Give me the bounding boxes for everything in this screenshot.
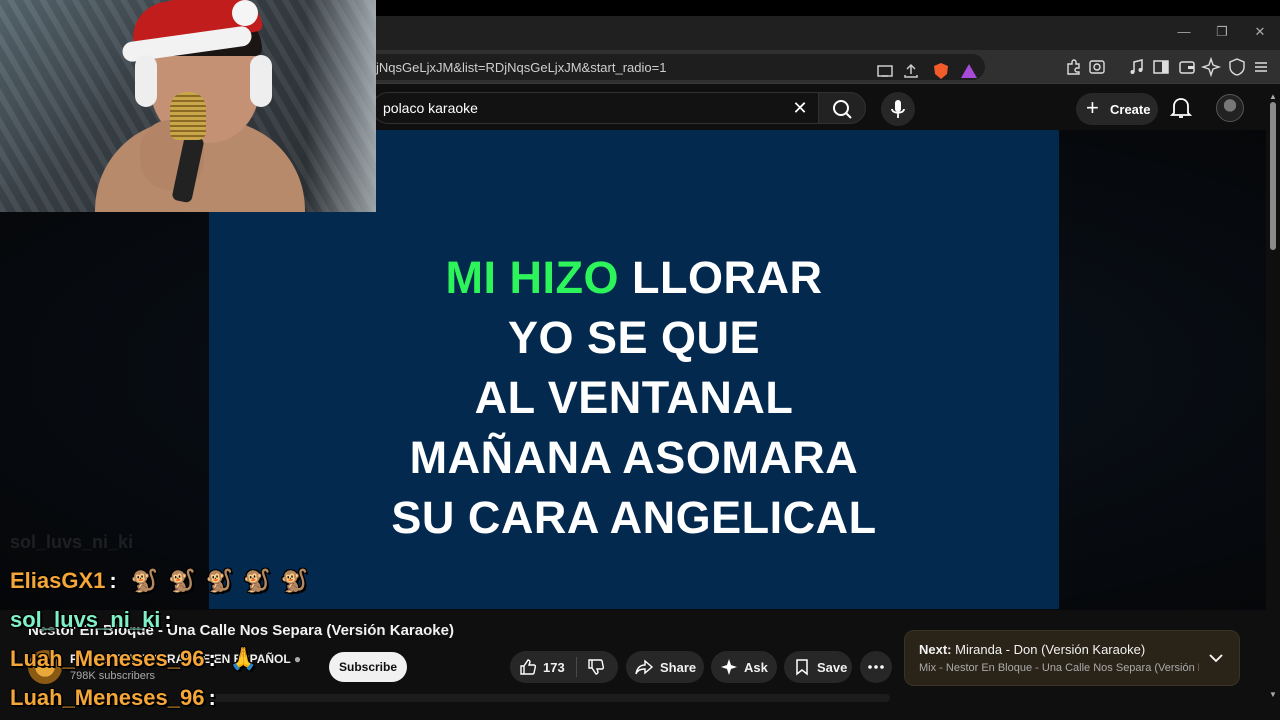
karaoke-lyrics: MI HIZO LLORAR YO SE QUE AL VENTANAL MAÑ… [209, 248, 1059, 548]
microphone [170, 92, 206, 140]
chat-message: Luah_Meneses_96: [10, 685, 216, 715]
chat-colon: : [164, 607, 172, 632]
save-button[interactable]: Save [784, 651, 852, 683]
bell-icon[interactable] [1168, 94, 1194, 122]
lyric-line-5: SU CARA ANGELICAL [391, 492, 877, 543]
chat-colon: : [109, 568, 117, 593]
headphone-right [250, 55, 272, 107]
url-text: jNqsGeLjxJM&list=RDjNqsGeLjxJM&start_rad… [376, 60, 667, 75]
create-button[interactable]: + Create [1076, 93, 1158, 125]
search-icon [833, 100, 852, 119]
vpn-icon[interactable] [1226, 56, 1248, 78]
scrollbar-thumb[interactable] [1270, 102, 1276, 250]
screen: — ❐ ✕ jNqsGeLjxJM&list=RDjNqsGeLjxJM&sta… [0, 0, 1280, 720]
chat-ghost-line: sol_luvs_ni_ki [10, 532, 134, 552]
save-label: Save [817, 660, 848, 675]
monkey-emote: 🐒 [280, 568, 308, 593]
monkey-emote: 🐒 [205, 568, 234, 593]
chat-message: sol_luvs_ni_ki: [10, 607, 172, 637]
close-icon[interactable]: ✕ [788, 96, 812, 120]
wallet-icon[interactable] [1176, 56, 1198, 78]
plus-icon: + [1086, 95, 1099, 120]
ask-label: Ask [744, 660, 768, 675]
chat-message: Luah_Meneses_96: 🙏 [10, 646, 267, 676]
share-button[interactable]: Share [626, 651, 704, 683]
screenshot-icon[interactable] [1086, 56, 1108, 78]
page-scrollbar[interactable]: ▲ [1266, 92, 1280, 700]
up-next-subtitle: Mix - Nestor En Bloque - Una Calle Nos S… [919, 662, 1199, 674]
like-count: 173 [543, 660, 565, 675]
close-window-button[interactable]: ✕ [1248, 22, 1272, 42]
ask-button[interactable]: Ask [711, 651, 777, 683]
minimize-button[interactable]: — [1172, 22, 1196, 42]
extensions-icon[interactable] [1062, 56, 1084, 78]
bookmark-icon [796, 659, 808, 676]
lyric-highlight: MI HIZO [445, 252, 619, 303]
scroll-down-arrow[interactable]: ▼ [1269, 690, 1277, 699]
up-next-prefix: Next: [919, 642, 952, 657]
monkey-emote: 🐒 [243, 568, 271, 593]
dislike-icon[interactable] [586, 657, 606, 677]
leo-ai-icon[interactable] [1200, 56, 1222, 78]
sparkle-icon [721, 659, 737, 675]
restore-button[interactable]: ❐ [1210, 22, 1234, 42]
more-actions-button[interactable] [860, 651, 892, 683]
webcam-overlay [0, 0, 376, 212]
share-page-icon[interactable] [900, 60, 922, 82]
sidebar-icon[interactable] [1150, 56, 1172, 78]
chat-message: EliasGX1: 🐒 🐒 🐒 🐒 🐒 [10, 568, 318, 598]
monkey-emote: 🐒 [168, 568, 196, 593]
like-dislike-group: 173 [510, 651, 618, 683]
account-avatar[interactable] [1216, 94, 1244, 122]
menu-icon[interactable] [1250, 56, 1272, 78]
chat-username: Luah_Meneses_96 [10, 646, 205, 671]
content-edge [210, 694, 890, 702]
chat-colon: : [208, 646, 216, 671]
voice-search-button[interactable] [881, 92, 915, 126]
lyric-line-1-rest: LLORAR [619, 252, 823, 303]
chat-emotes: 🙏 [230, 646, 267, 672]
like-divider [576, 657, 577, 677]
address-bar[interactable]: jNqsGeLjxJM&list=RDjNqsGeLjxJM&start_rad… [300, 54, 985, 80]
search-query: polaco karaoke [383, 100, 478, 116]
mic-icon [891, 100, 905, 118]
brave-shield-icon[interactable] [930, 60, 952, 82]
webcam-light [306, 0, 376, 212]
verified-icon: ● [293, 652, 302, 666]
more-icon [868, 665, 884, 669]
chat-emotes: 🐒 🐒 🐒 🐒 🐒 [131, 568, 318, 594]
monkey-emote: 🐒 [130, 568, 159, 593]
scroll-up-arrow[interactable]: ▲ [1269, 92, 1277, 101]
headphone-left [135, 55, 157, 107]
subscribe-button[interactable]: Subscribe [329, 652, 407, 682]
lyric-line-1: MI HIZO LLORAR [209, 248, 1059, 308]
music-icon[interactable] [1126, 56, 1148, 78]
share-label: Share [660, 660, 697, 675]
create-label: Create [1110, 102, 1151, 117]
pray-emote: 🙏 [229, 646, 258, 671]
like-icon[interactable] [518, 657, 538, 677]
chat-username: Luah_Meneses_96 [10, 685, 205, 710]
lyric-line-3: AL VENTANAL [474, 372, 794, 423]
search-button[interactable] [818, 92, 866, 124]
up-next-title: Next: Miranda - Don (Versión Karaoke) [919, 642, 1145, 657]
lyric-line-2: YO SE QUE [507, 312, 761, 363]
cast-icon[interactable] [874, 60, 896, 82]
up-next-card[interactable]: Next: Miranda - Don (Versión Karaoke) Mi… [904, 630, 1240, 686]
lyric-line-4: MAÑANA ASOMARA [409, 432, 859, 483]
chat-colon: : [208, 685, 216, 710]
search-input[interactable]: polaco karaoke ✕ [372, 92, 818, 124]
brave-rewards-icon[interactable] [958, 60, 980, 82]
chat-username: EliasGX1 [10, 568, 106, 593]
chevron-down-icon[interactable] [1207, 649, 1225, 667]
share-icon [635, 659, 654, 675]
chat-username: sol_luvs_ni_ki [10, 607, 161, 632]
up-next-video: Miranda - Don (Versión Karaoke) [951, 642, 1146, 657]
santa-hat-pom [232, 0, 258, 26]
